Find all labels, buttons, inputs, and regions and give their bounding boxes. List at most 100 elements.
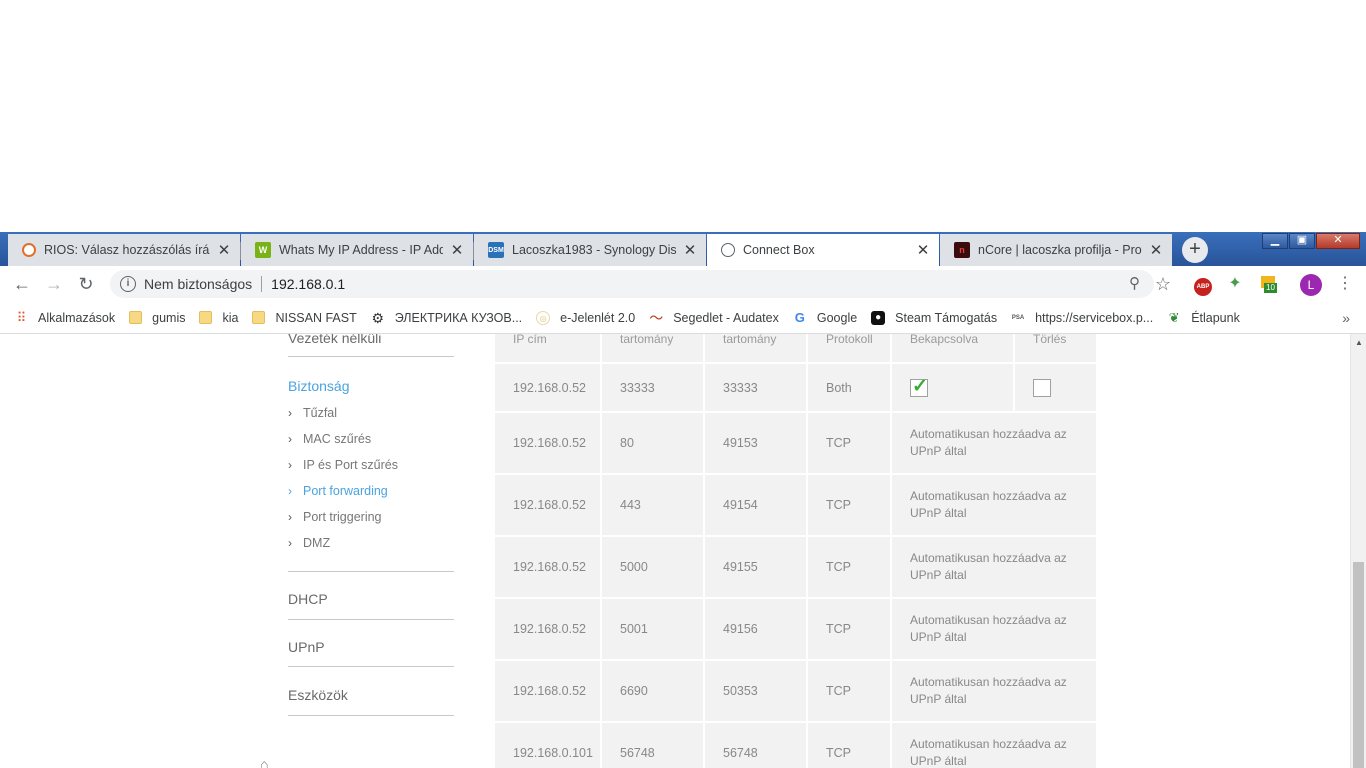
bookmark-elektrika[interactable]: ⚙ ЭЛЕКТРИКА КУЗОВ...	[371, 311, 522, 325]
ncore-icon: n	[954, 242, 970, 258]
table-cell: 49156	[705, 599, 808, 661]
cell-value: 192.168.0.52	[513, 560, 586, 574]
delete-checkbox[interactable]	[1033, 378, 1051, 397]
bookmark-gumis[interactable]: gumis	[129, 311, 185, 325]
tab-whatsmyip[interactable]: W Whats My IP Address - IP Addre ✕	[241, 234, 474, 266]
sidebar-item-dhcp[interactable]: DHCP	[288, 591, 328, 607]
table-cell: 50353	[705, 661, 808, 723]
cell-value: 5001	[620, 622, 648, 636]
divider	[261, 276, 263, 292]
table-cell: 49155	[705, 537, 808, 599]
close-icon[interactable]: ✕	[449, 241, 465, 259]
maximize-button[interactable]: ▣	[1289, 233, 1315, 249]
leaf-icon: ❦	[1168, 309, 1180, 325]
close-window-button[interactable]: ✕	[1316, 233, 1360, 249]
table-cell: 80	[602, 413, 705, 475]
bookmark-etlapunk[interactable]: ❦ Étlapunk	[1167, 309, 1240, 325]
table-cell: 192.168.0.52	[495, 661, 602, 723]
tab-ncore[interactable]: n nCore | lacoszka profilja - Profil ✕	[940, 234, 1172, 266]
sidebar-subitem-dmz[interactable]: › DMZ	[288, 536, 330, 550]
close-icon[interactable]: ✕	[1148, 241, 1164, 259]
subitem-label: Tűzfal	[303, 406, 338, 420]
tab-title: Whats My IP Address - IP Addre	[279, 243, 443, 257]
bookmark-apps[interactable]: ⠿ Alkalmazások	[14, 310, 115, 325]
close-icon[interactable]: ✕	[915, 241, 931, 259]
scrollbar[interactable]: ▲	[1350, 334, 1366, 768]
scroll-up-arrow-icon[interactable]: ▲	[1355, 338, 1363, 347]
back-arrow-icon[interactable]: ←	[12, 274, 32, 294]
description-line: UPnP által	[910, 754, 967, 768]
description-line: UPnP által	[910, 568, 967, 582]
scroll-thumb[interactable]	[1353, 562, 1364, 768]
cell-value: Both	[826, 380, 852, 395]
info-icon[interactable]: i	[120, 276, 136, 292]
table-cell-description: Automatikusan hozzáadva az UPnP által	[892, 475, 1098, 537]
close-icon[interactable]: ✕	[216, 241, 232, 259]
sidebar-subitem-mac-filter[interactable]: › MAC szűrés	[288, 432, 371, 446]
bookmark-kia[interactable]: kia	[199, 311, 238, 325]
w-icon: W	[255, 242, 271, 258]
enabled-checkbox[interactable]	[910, 375, 928, 398]
home-icon[interactable]: ⌂	[260, 756, 268, 768]
url-text[interactable]: 192.168.0.1	[271, 276, 345, 292]
adblock-icon[interactable]: ABP	[1193, 274, 1213, 296]
sidebar-subitem-port-triggering[interactable]: › Port triggering	[288, 510, 382, 524]
tab-synology[interactable]: DSM Lacoszka1983 - Synology DiskSt ✕	[474, 234, 706, 266]
sidebar-item-upnp[interactable]: UPnP	[288, 639, 325, 655]
badge-count: 10	[1264, 283, 1277, 293]
cell-value: 56748	[620, 746, 655, 760]
bookmark-steam[interactable]: ● Steam Támogatás	[871, 310, 997, 325]
tab-title: Connect Box	[743, 243, 815, 257]
tab-rios[interactable]: RIOS: Válasz hozzászólás írása - ✕	[8, 234, 241, 266]
extension-badge-icon[interactable]: 10	[1258, 274, 1278, 294]
description-line: UPnP által	[910, 692, 967, 706]
divider	[288, 666, 454, 667]
star-icon[interactable]: ☆	[1153, 274, 1173, 294]
cell-value: TCP	[826, 436, 851, 450]
cell-value: 33333	[620, 380, 655, 395]
bookmark-label: kia	[222, 310, 239, 325]
menu-dots-icon[interactable]: ⋮	[1335, 274, 1355, 294]
tab-connect-box[interactable]: Connect Box ✕	[707, 234, 939, 266]
zoom-icon[interactable]: ⚲	[1129, 274, 1140, 292]
avatar[interactable]: L	[1300, 274, 1322, 296]
table-cell-description: Automatikusan hozzáadva az UPnP által	[892, 661, 1098, 723]
sidebar-item-wireless[interactable]: Vezeték nélküli	[288, 334, 381, 346]
browser-window: RIOS: Válasz hozzászólás írása - ✕ W Wha…	[0, 232, 1366, 768]
forward-arrow-icon[interactable]: →	[44, 274, 64, 294]
bookmark-audatex[interactable]: 〜 Segedlet - Audatex	[649, 311, 779, 325]
new-tab-button[interactable]: +	[1182, 237, 1208, 263]
subitem-label: IP és Port szűrés	[303, 458, 398, 472]
close-icon[interactable]: ✕	[682, 241, 698, 259]
bookmark-google[interactable]: G Google	[793, 310, 857, 325]
bookmark-servicebox[interactable]: PSA https://servicebox.p...	[1011, 311, 1153, 325]
minimize-button[interactable]: ▁	[1262, 233, 1288, 249]
sidebar-item-tools[interactable]: Eszközök	[288, 687, 348, 703]
pinwheel-icon[interactable]: ✦	[1225, 274, 1245, 294]
tab-title: RIOS: Válasz hozzászólás írása -	[44, 243, 210, 257]
table-header-cell: Bekapcsolva	[892, 334, 1015, 364]
table-header-cell: tartomány	[705, 334, 808, 364]
sidebar-item-security[interactable]: Biztonság	[288, 378, 349, 394]
cell-value: 192.168.0.52	[513, 684, 586, 698]
sidebar-subitem-port-forwarding[interactable]: › Port forwarding	[288, 484, 388, 498]
cell-value: TCP	[826, 746, 851, 760]
cell-value: 6690	[620, 684, 648, 698]
chevron-double-right-icon[interactable]: »	[1342, 310, 1350, 326]
bookmark-ejelenlet[interactable]: ◎ e-Jelenlét 2.0	[536, 310, 636, 325]
table-cell: 192.168.0.52	[495, 599, 602, 661]
bookmark-label: e-Jelenlét 2.0	[560, 310, 636, 325]
security-label: Nem biztonságos	[144, 276, 253, 292]
cell-value: TCP	[826, 498, 851, 512]
chevron-right-icon: ›	[288, 458, 292, 472]
description-line: UPnP által	[910, 630, 967, 644]
abp-label: ABP	[1194, 278, 1212, 296]
reload-icon[interactable]: ↻	[76, 274, 96, 294]
address-bar[interactable]: i Nem biztonságos 192.168.0.1 ⚲	[110, 270, 1154, 298]
cell-value: 49156	[723, 622, 758, 636]
sidebar-subitem-firewall[interactable]: › Tűzfal	[288, 406, 337, 420]
header-label: tartomány	[620, 334, 674, 346]
header-label: tartomány	[723, 334, 777, 346]
bookmark-nissan[interactable]: NISSAN FAST	[252, 311, 357, 325]
sidebar-subitem-ip-port-filter[interactable]: › IP és Port szűrés	[288, 458, 398, 472]
